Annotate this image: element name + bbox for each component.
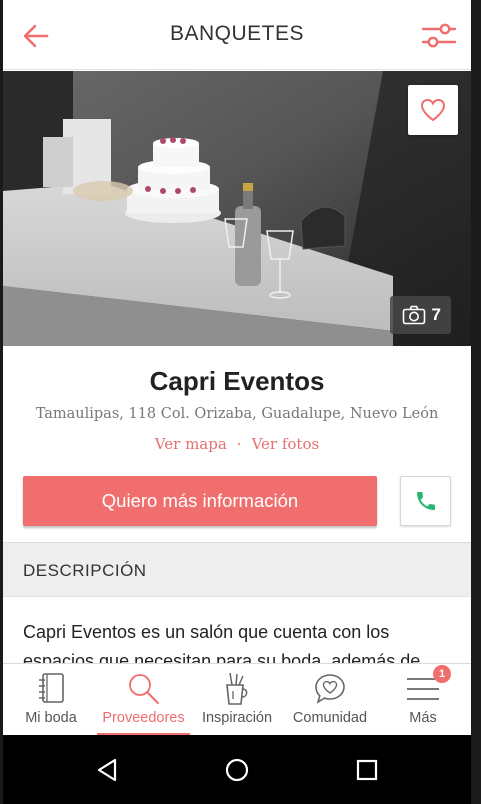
system-back-button[interactable] — [89, 752, 125, 788]
description-header: DESCRIPCIÓN — [3, 542, 471, 597]
photo-count-badge[interactable]: 7 — [389, 296, 451, 334]
sliders-icon[interactable] — [421, 21, 457, 51]
vendor-links: Ver mapa · Ver fotos — [3, 435, 471, 453]
photo-count-value: 7 — [431, 305, 441, 324]
description-title: DESCRIPCIÓN — [23, 561, 147, 580]
favorite-button[interactable] — [408, 85, 458, 135]
circle-home-icon — [225, 758, 249, 782]
cup-pencils-icon — [226, 672, 248, 705]
nav-item-mi-boda[interactable]: Mi boda — [9, 664, 93, 736]
triangle-back-icon — [97, 758, 117, 782]
nav-label: Mi boda — [25, 710, 77, 726]
nav-label: Comunidad — [292, 710, 368, 726]
app-bar: BANQUETES — [3, 0, 471, 70]
camera-icon — [402, 305, 425, 325]
nav-label: Más — [409, 710, 437, 726]
call-button[interactable] — [400, 476, 451, 526]
notebook-icon — [39, 673, 64, 703]
vendor-photo[interactable]: 7 — [3, 71, 471, 346]
nav-label: Inspiración — [201, 710, 273, 726]
nav-item-proveedores[interactable]: Proveedores — [97, 664, 190, 736]
bottom-navigation: Mi boda Proveedores Inspiración Comunida… — [3, 663, 471, 736]
view-photos-link[interactable]: Ver fotos — [252, 435, 320, 453]
system-home-button[interactable] — [219, 752, 255, 788]
notification-badge: 1 — [433, 665, 451, 683]
chat-heart-icon — [315, 674, 345, 704]
square-recents-icon — [356, 759, 378, 781]
page-title: BANQUETES — [169, 22, 305, 45]
system-navigation-bar — [3, 735, 471, 804]
nav-item-mas[interactable]: 1 Más — [381, 664, 465, 736]
request-info-button[interactable]: Quiero más información — [23, 476, 377, 526]
system-recents-button[interactable] — [349, 752, 385, 788]
nav-label: Proveedores — [102, 710, 185, 726]
heart-outline-icon — [420, 98, 446, 122]
phone-icon — [416, 492, 435, 510]
nav-item-comunidad[interactable]: Comunidad — [286, 664, 374, 736]
view-map-link[interactable]: Ver mapa — [155, 435, 227, 453]
link-separator: · — [236, 435, 242, 453]
nav-item-inspiracion[interactable]: Inspiración — [195, 664, 279, 736]
vendor-name: Capri Eventos — [149, 366, 325, 396]
search-icon — [128, 674, 159, 704]
vendor-address: Tamaulipas, 118 Col. Orizaba, Guadalupe,… — [35, 406, 439, 422]
app-screen: BANQUETES 7 Capri Eventos Tamaulipas, 11… — [3, 0, 471, 804]
